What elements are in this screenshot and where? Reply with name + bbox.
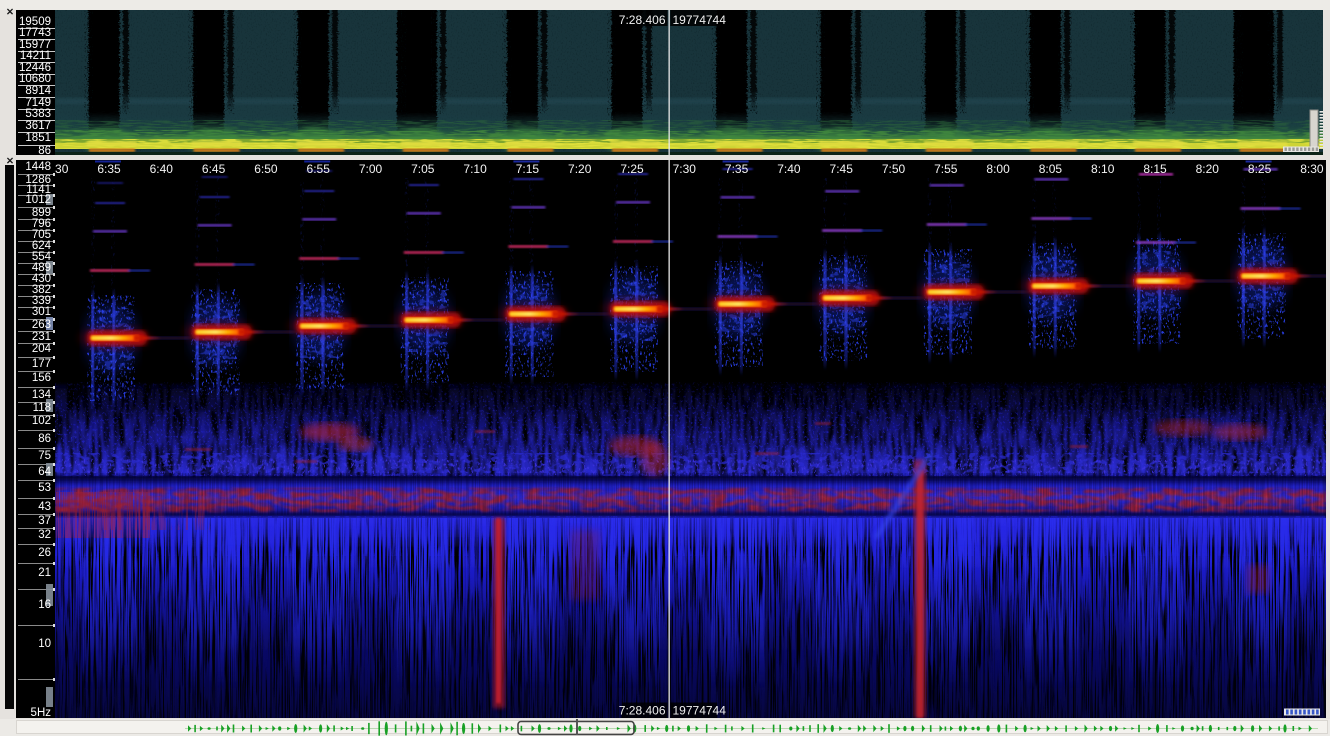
- svg-text:7:15: 7:15: [516, 162, 540, 176]
- svg-text:8:20: 8:20: [1196, 162, 1220, 176]
- svg-text:7:05: 7:05: [411, 162, 435, 176]
- svg-text:7:30: 7:30: [673, 162, 697, 176]
- svg-text:7:35: 7:35: [725, 162, 749, 176]
- svg-text:19774744: 19774744: [673, 703, 727, 717]
- svg-text:7:10: 7:10: [463, 162, 487, 176]
- svg-text:8:15: 8:15: [1143, 162, 1167, 176]
- svg-text:7:00: 7:00: [359, 162, 383, 176]
- svg-text:7:55: 7:55: [934, 162, 958, 176]
- svg-text:7:20: 7:20: [568, 162, 592, 176]
- svg-text:8:00: 8:00: [986, 162, 1010, 176]
- svg-text:6:35: 6:35: [97, 162, 121, 176]
- svg-text:6:30: 6:30: [55, 162, 69, 176]
- svg-text:7:28.406: 7:28.406: [619, 13, 666, 27]
- svg-text:8:25: 8:25: [1248, 162, 1272, 176]
- svg-text:7:40: 7:40: [777, 162, 801, 176]
- svg-text:7:28.406: 7:28.406: [619, 703, 666, 717]
- svg-text:8:05: 8:05: [1039, 162, 1063, 176]
- svg-text:7:25: 7:25: [620, 162, 644, 176]
- svg-text:8:30: 8:30: [1300, 162, 1324, 176]
- svg-text:7:45: 7:45: [830, 162, 854, 176]
- svg-text:6:50: 6:50: [254, 162, 278, 176]
- svg-text:6:45: 6:45: [202, 162, 226, 176]
- svg-text:7:50: 7:50: [882, 162, 906, 176]
- svg-text:6:40: 6:40: [150, 162, 174, 176]
- svg-text:19774744: 19774744: [673, 13, 727, 27]
- svg-text:6:55: 6:55: [307, 162, 331, 176]
- svg-text:8:10: 8:10: [1091, 162, 1115, 176]
